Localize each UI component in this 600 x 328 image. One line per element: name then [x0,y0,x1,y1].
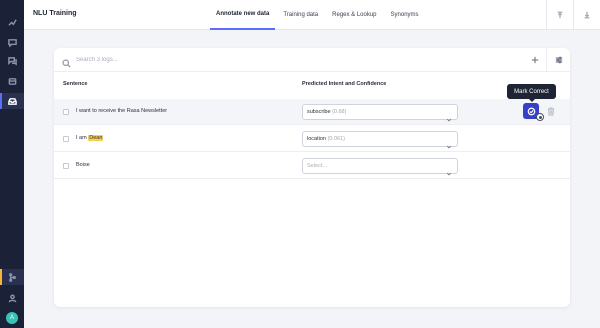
check-circle-icon [527,107,535,115]
sidebar-item-nlu-training[interactable] [0,93,24,109]
sentence-text-part: I want to receive the Rasa Newsletter [76,108,168,114]
chevron-down-icon [446,110,452,122]
intent-select[interactable]: location (0.061) [302,131,458,149]
avatar[interactable]: A [6,312,18,324]
intent-confidence: (0.061) [327,136,345,142]
upload-icon [557,11,563,19]
upload-button[interactable] [546,0,573,30]
download-icon [584,11,590,19]
intent-select[interactable]: Select... [302,158,458,176]
search-input[interactable] [76,54,376,66]
inbox-icon [7,97,17,105]
intent-placeholder: Select... [307,163,327,169]
annotation-card: Sentence Predicted Intent and Confidence… [54,48,570,307]
row-checkbox[interactable] [63,163,69,169]
trash-icon [547,107,555,116]
top-bar: NLU Training Annotate new data Training … [24,0,600,30]
table-row[interactable]: I am Dean location (0.061) [54,126,570,152]
entity-highlight[interactable]: Dean [88,135,104,141]
git-branch-icon [8,272,16,282]
top-actions [546,0,600,30]
mouse-cursor [536,113,544,121]
intent-select[interactable]: subscribe (0.68) [302,104,458,122]
table-row[interactable]: I want to receive the Rasa Newsletter su… [54,99,570,125]
box-icon [8,77,16,85]
intent-name: subscribe [307,109,331,115]
search-bar [54,48,570,72]
row-checkbox[interactable] [63,109,69,115]
column-header-sentence: Sentence [63,81,88,87]
mark-correct-tooltip: Mark Correct [507,84,556,102]
sliders-icon [555,56,562,64]
sidebar-item-account[interactable] [0,290,24,306]
search-icon [62,55,71,68]
add-example-button[interactable] [523,48,547,72]
chat-bubble-icon [7,38,17,47]
sentence-text-part: Boise [76,162,90,168]
intent-confidence: (0.68) [332,109,347,115]
chevron-down-icon [446,137,452,149]
messages-icon [7,56,17,66]
sidebar-item-git[interactable] [0,269,24,285]
tab-regex-lookup[interactable]: Regex & Lookup [326,0,382,30]
sidebar-item-conversations[interactable] [0,34,24,50]
page-title: NLU Training [33,10,77,17]
sidebar-item-models[interactable] [0,73,24,89]
plus-icon [531,56,539,64]
row-checkbox[interactable] [63,136,69,142]
sentence-text: I want to receive the Rasa Newsletter [76,108,167,114]
tab-synonyms[interactable]: Synonyms [385,0,425,30]
sentence-text: Boise [76,162,90,168]
chart-icon [7,18,17,26]
download-button[interactable] [573,0,600,30]
column-header-intent: Predicted Intent and Confidence [302,81,387,87]
filter-button[interactable] [546,48,570,72]
sentence-text-part: I am [76,135,89,141]
intent-name: location [307,136,326,142]
tab-training-data[interactable]: Training data [277,0,324,30]
sentence-text: I am Dean [76,135,104,141]
sidebar: A [0,0,24,328]
sidebar-item-insights[interactable] [0,14,24,30]
user-icon [8,294,16,302]
table-row[interactable]: Boise Select... [54,153,570,179]
chevron-down-icon [446,164,452,176]
tab-annotate-new-data[interactable]: Annotate new data [210,0,276,30]
intent-value: subscribe (0.68) [307,109,346,115]
tab-bar: Annotate new data Training data Regex & … [210,0,425,30]
sidebar-item-stories[interactable] [0,53,24,69]
delete-button[interactable] [546,104,556,118]
intent-value: location (0.061) [307,136,345,142]
